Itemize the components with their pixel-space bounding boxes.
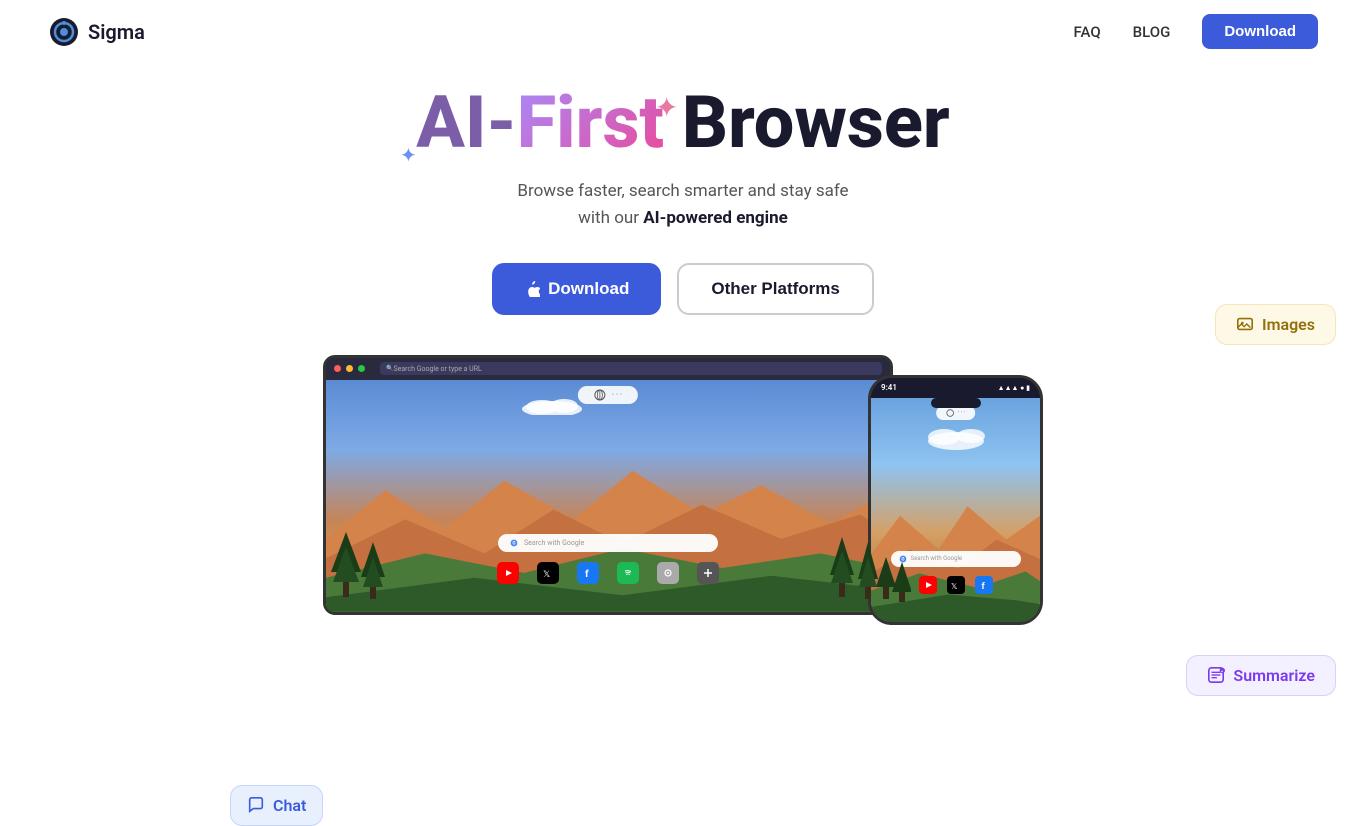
- hero-download-button[interactable]: Download: [492, 263, 661, 315]
- hero-buttons: Download Other Platforms: [0, 263, 1366, 315]
- other-platforms-button[interactable]: Other Platforms: [677, 263, 873, 315]
- phone-app-icons: 𝕏 f: [919, 576, 993, 594]
- svg-text:𝕏: 𝕏: [951, 582, 958, 590]
- tablet-screen: · · ·: [326, 380, 890, 612]
- phone-screen: · · ·: [871, 398, 1040, 622]
- title-ai: AI-: [416, 80, 516, 165]
- globe-icon-tablet: [594, 389, 606, 401]
- blog-link[interactable]: BLOG: [1133, 23, 1171, 41]
- nav-download-button[interactable]: Download: [1202, 14, 1318, 49]
- spotify-icon: [617, 562, 639, 584]
- facebook-icon: f: [577, 562, 599, 584]
- address-bar-icon: 🔍: [386, 365, 393, 372]
- tablet-top-bar: 🔍 Search Google or type a URL: [326, 358, 890, 380]
- star-decoration-blue: ✦: [400, 143, 417, 167]
- facebook-icon-container: f: [577, 562, 599, 584]
- title-browser: Browser: [664, 80, 950, 165]
- phone-mockup: 9:41 ▲▲▲ ● ▮: [868, 375, 1043, 625]
- phone-trees-left: [876, 557, 911, 622]
- hero-subtitle: Browse faster, search smarter and stay s…: [0, 178, 1366, 232]
- trees-left: [331, 532, 391, 612]
- svg-text:f: f: [981, 582, 985, 590]
- phone-browser-chrome: · · ·: [936, 406, 976, 420]
- settings-icon: [657, 562, 679, 584]
- twitter-icon: 𝕏: [537, 562, 559, 584]
- trees-right: [830, 537, 880, 612]
- tab-dots: · · ·: [612, 390, 622, 399]
- star-decoration-pink: ✦: [655, 91, 678, 124]
- tablet-search-bar[interactable]: G Search with Google: [498, 534, 718, 552]
- badge-summarize: + Summarize: [1186, 655, 1336, 696]
- badge-chat: Chat: [230, 785, 323, 826]
- tablet-mockup: 🔍 Search Google or type a URL: [323, 355, 893, 615]
- tablet-app-icons: 𝕏 f: [497, 562, 719, 584]
- phone-status: ▲▲▲ ● ▮: [998, 384, 1030, 392]
- title-first: First: [517, 80, 664, 165]
- navigation: Sigma FAQ BLOG Download: [0, 0, 1366, 63]
- badge-images: Images: [1215, 304, 1336, 345]
- svg-text:𝕏: 𝕏: [543, 570, 550, 579]
- address-text: Search Google or type a URL: [393, 365, 481, 373]
- dot-yellow: [346, 365, 353, 372]
- logo[interactable]: Sigma: [48, 16, 145, 48]
- youtube-icon: [497, 562, 519, 584]
- faq-link[interactable]: FAQ: [1074, 23, 1101, 41]
- summarize-icon: +: [1207, 666, 1225, 684]
- phone-twitter-icon: 𝕏: [947, 576, 965, 594]
- dot-green: [358, 365, 365, 372]
- hero-section: ✦ ✦ AI-First Browser Browse faster, sear…: [0, 63, 1366, 315]
- svg-text:G: G: [512, 540, 515, 546]
- hero-title: AI-First Browser: [0, 83, 1366, 162]
- google-g-icon-tablet: G: [510, 539, 518, 547]
- dynamic-island: [931, 398, 981, 408]
- phone-time: 9:41: [881, 383, 897, 392]
- plus-icon-container: [697, 562, 719, 584]
- phone-youtube-icon: [919, 576, 937, 594]
- nav-links: FAQ BLOG Download: [1074, 14, 1318, 49]
- svg-text:f: f: [585, 569, 589, 579]
- apple-icon: [524, 281, 540, 297]
- svg-text:+: +: [1221, 669, 1223, 673]
- phone-notch: 9:41 ▲▲▲ ● ▮: [871, 378, 1040, 398]
- spotify-icon-container: [617, 562, 639, 584]
- twitter-icon-container: 𝕏: [537, 562, 559, 584]
- dot-red: [334, 365, 341, 372]
- chat-icon: [247, 796, 265, 814]
- globe-icon-phone: [946, 409, 954, 417]
- logo-icon: [48, 16, 80, 48]
- tablet-browser-chrome: · · ·: [578, 386, 638, 404]
- youtube-icon-container: [497, 562, 519, 584]
- images-icon: [1236, 315, 1254, 333]
- settings-icon-container: [657, 562, 679, 584]
- logo-text: Sigma: [88, 20, 145, 44]
- phone-clouds: [916, 423, 996, 451]
- address-bar[interactable]: 🔍 Search Google or type a URL: [380, 362, 882, 375]
- add-icon: [697, 562, 719, 584]
- phone-facebook-icon: f: [975, 576, 993, 594]
